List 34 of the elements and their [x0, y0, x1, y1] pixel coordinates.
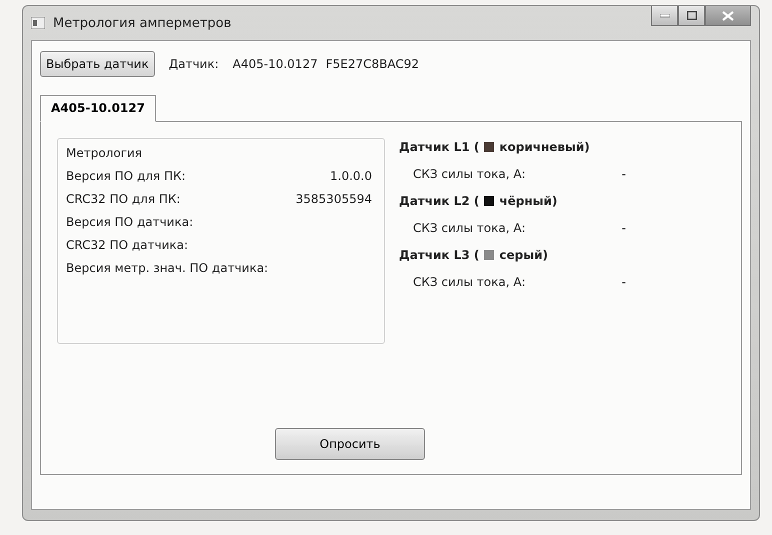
window-title: Метрология амперметров	[53, 16, 232, 30]
field-label: CRC32 ПО для ПК:	[66, 192, 180, 206]
select-sensor-button[interactable]: Выбрать датчик	[40, 51, 155, 77]
reading-label: СКЗ силы тока, А:	[413, 166, 526, 180]
field-label: Версия метр. знач. ПО датчика:	[66, 260, 268, 274]
field-label: CRC32 ПО датчика:	[66, 238, 188, 252]
minimize-icon	[660, 14, 670, 18]
maximize-icon	[686, 11, 696, 20]
sensor-heading: Датчик L3 (	[399, 248, 480, 262]
close-button[interactable]	[705, 6, 751, 26]
group-title: Метрология	[66, 146, 142, 160]
sensor-label: Датчик:	[168, 57, 219, 71]
minimize-button[interactable]	[651, 6, 678, 26]
reading-value: -	[622, 274, 626, 288]
field-label: Версия ПО датчика:	[66, 214, 194, 228]
sensor-heading: Датчик L1 (	[399, 140, 480, 154]
maximize-button[interactable]	[678, 6, 705, 26]
sensor-heading: Датчик L2 (	[399, 194, 480, 208]
color-name: чёрный)	[499, 194, 558, 208]
reading-label: СКЗ силы тока, А:	[413, 220, 526, 234]
close-icon	[722, 10, 734, 20]
reading-label: СКЗ силы тока, А:	[413, 274, 526, 288]
sensor-id: F5E27C8BAC92	[326, 57, 419, 71]
app-icon	[31, 17, 45, 29]
field-value: 1.0.0.0	[330, 168, 372, 182]
field-value: 3585305594	[296, 192, 372, 206]
query-button[interactable]: Опросить	[275, 428, 425, 460]
reading-value: -	[622, 166, 626, 180]
color-name: серый)	[499, 248, 548, 262]
field-label: Версия ПО для ПК:	[66, 168, 186, 182]
color-name: коричневый)	[499, 140, 590, 154]
tab[interactable]: A405-10.0127	[40, 95, 156, 122]
reading-value: -	[622, 220, 626, 234]
sensor-model: A405-10.0127	[232, 57, 318, 71]
